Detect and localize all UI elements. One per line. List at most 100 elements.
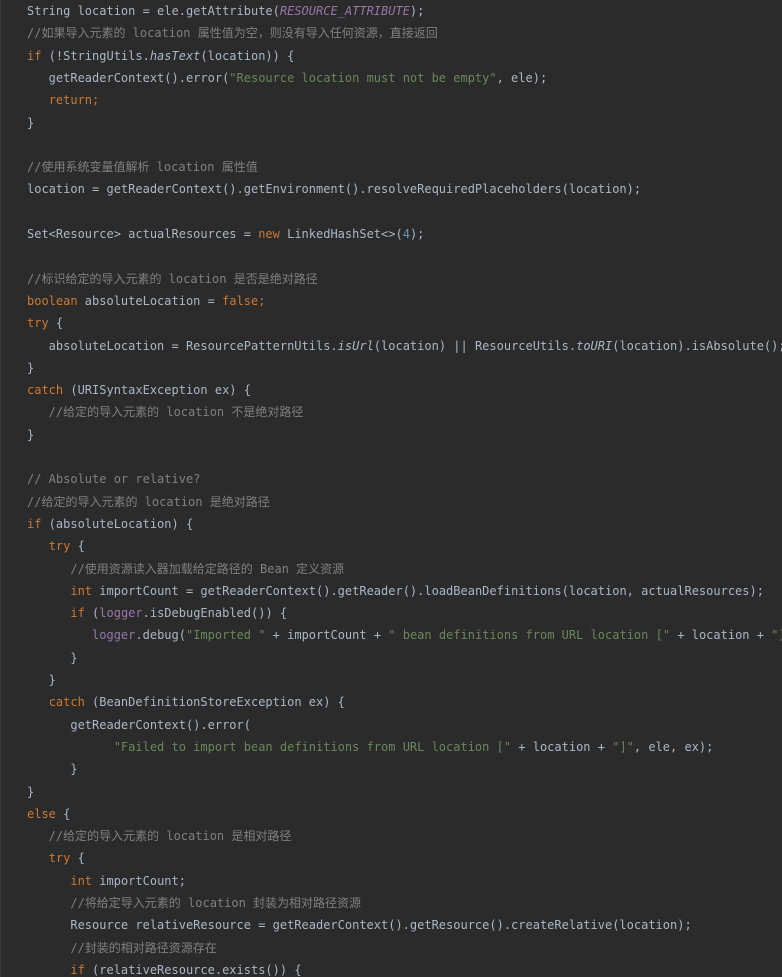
code-line: Set<Resource> actualResources = new Link… — [27, 223, 424, 245]
code-token: } — [27, 673, 56, 687]
code-token: ; — [258, 293, 266, 308]
code-line: } — [27, 357, 34, 379]
code-token: int — [70, 583, 93, 598]
code-token: "]" — [771, 628, 782, 643]
code-token: //给定的导入元素的 location 不是绝对路径 — [27, 405, 304, 420]
code-token: .debug( — [135, 628, 186, 643]
code-token: + location + — [670, 628, 772, 643]
code-token: boolean — [27, 293, 78, 308]
code-line: //给定的导入元素的 location 是相对路径 — [27, 825, 292, 847]
code-token: (location) || ResourceUtils. — [373, 338, 577, 353]
code-line: absoluteLocation = ResourcePatternUtils.… — [27, 335, 782, 357]
code-token: + location + — [511, 739, 613, 754]
code-token: (BeanDefinitionStoreException ex) { — [84, 695, 345, 710]
code-token: logger — [99, 606, 143, 621]
code-line: int importCount; — [27, 870, 186, 892]
code-token: } — [27, 784, 35, 799]
code-token: isUrl — [337, 338, 374, 353]
code-token: absoluteLocation = — [77, 293, 223, 308]
code-line: Resource relativeResource = getReaderCon… — [27, 914, 692, 936]
code-token: "Failed to import bean definitions from … — [113, 739, 512, 754]
code-line: if (relativeResource.exists()) { — [27, 959, 301, 977]
code-line: } — [27, 669, 56, 691]
code-token: (URISyntaxException ex) { — [63, 383, 251, 398]
code-line: else { — [27, 803, 70, 825]
code-token: //给定的导入元素的 location 是相对路径 — [27, 829, 292, 844]
code-line: if (absoluteLocation) { — [27, 513, 193, 535]
code-editor[interactable]: String location = ele.getAttribute(RESOU… — [0, 0, 782, 977]
code-token: hasText — [149, 48, 201, 63]
code-token: "]" — [612, 739, 634, 754]
code-token: //给定的导入元素的 location 是绝对路径 — [27, 494, 270, 509]
code-line: //使用资源读入器加载给定路径的 Bean 定义资源 — [27, 558, 344, 580]
code-line: } — [27, 647, 78, 669]
code-token: getReaderContext().error( — [27, 717, 251, 732]
code-token: (location)) { — [200, 48, 295, 63]
code-line: //使用系统变量值解析 location 属性值 — [27, 156, 258, 178]
code-token: RESOURCE_ATTRIBUTE — [279, 4, 410, 18]
code-token: LinkedHashSet<>( — [279, 227, 403, 241]
code-token: location = getReaderContext().getEnviron… — [27, 182, 642, 197]
code-line: location = getReaderContext().getEnviron… — [27, 178, 641, 200]
code-token: { — [70, 539, 85, 554]
code-line: getReaderContext().error( — [27, 714, 251, 736]
code-token: new — [258, 227, 280, 241]
code-token: "Resource location must not be empty" — [229, 70, 497, 85]
code-token: + importCount + — [265, 628, 389, 643]
code-line: getReaderContext().error("Resource locat… — [27, 67, 548, 89]
code-token: getReaderContext().error( — [27, 70, 230, 85]
code-token: catch — [27, 383, 64, 398]
code-token: 4 — [402, 227, 410, 241]
code-token: if — [70, 962, 85, 977]
code-token: { — [55, 806, 71, 821]
code-line: "Failed to import bean definitions from … — [27, 736, 714, 758]
code-line: //标识给定的导入元素的 location 是否是绝对路径 — [27, 268, 318, 290]
code-line: } — [27, 424, 34, 446]
code-token: absoluteLocation = ResourcePatternUtils. — [27, 338, 338, 353]
code-line: } — [27, 758, 78, 780]
code-token: if — [27, 516, 42, 531]
code-token: else — [27, 806, 56, 821]
code-token: } — [27, 650, 78, 665]
code-token: (location).isAbsolute(); — [612, 338, 782, 353]
code-token: .isDebugEnabled()) { — [142, 606, 288, 621]
code-token: Resource relativeResource = getReaderCon… — [27, 918, 692, 933]
code-token: //使用资源读入器加载给定路径的 Bean 定义资源 — [27, 561, 345, 576]
code-token: { — [48, 316, 64, 331]
code-line: //将给定导入元素的 location 封装为相对路径资源 — [27, 892, 361, 914]
code-line: // Absolute or relative? — [27, 468, 200, 490]
code-token: if — [70, 606, 85, 621]
code-token: false — [222, 293, 259, 308]
code-token: catch — [48, 695, 85, 710]
code-line: //给定的导入元素的 location 是绝对路径 — [27, 491, 270, 513]
code-token: return — [48, 93, 93, 108]
code-token: try — [48, 539, 71, 554]
code-line: boolean absoluteLocation = false; — [27, 290, 265, 312]
code-token: logger — [92, 628, 136, 643]
code-line: try { — [27, 847, 85, 869]
code-token: { — [70, 851, 85, 866]
code-token: (!StringUtils. — [41, 48, 150, 63]
code-token: //封装的相对路径资源存在 — [27, 940, 217, 955]
code-token: try — [48, 851, 71, 866]
code-token: String location = ele.getAttribute( — [27, 4, 280, 18]
code-token: } — [27, 762, 78, 777]
code-token: if — [27, 48, 42, 63]
code-token: ( — [84, 606, 100, 621]
code-line: if (logger.isDebugEnabled()) { — [27, 602, 287, 624]
code-line: catch (BeanDefinitionStoreException ex) … — [27, 691, 345, 713]
code-line: //封装的相对路径资源存在 — [27, 937, 217, 959]
code-line: try { — [27, 312, 63, 334]
code-line: if (!StringUtils.hasText(location)) { — [27, 45, 294, 67]
code-line: } — [27, 781, 34, 803]
code-line: int importCount = getReaderContext().get… — [27, 580, 764, 602]
